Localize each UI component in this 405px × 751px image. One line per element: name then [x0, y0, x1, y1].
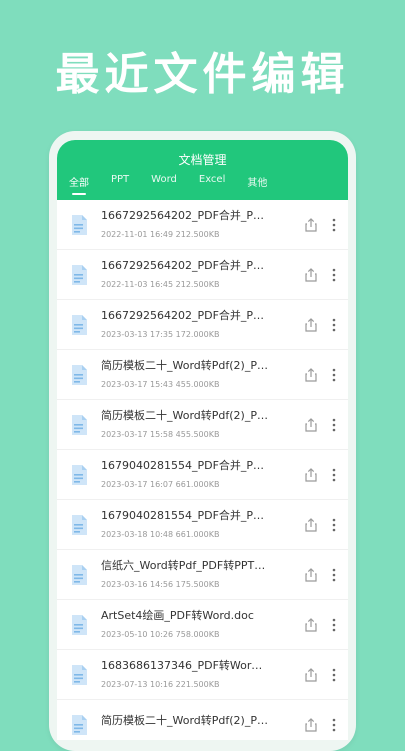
file-row[interactable]: 简历模板二十_Word转Pdf(2)_PD... 2023-03-17 15:5… — [57, 400, 348, 450]
file-info: 2023-03-17 15:58 455.500KB — [101, 430, 220, 439]
file-list: 1667292564202_PDF合并_PDF... 2022-11-01 16… — [57, 200, 348, 740]
file-row[interactable]: 1679040281554_PDF合并_PDF... 2023-03-17 16… — [57, 450, 348, 500]
file-name: 简历模板二十_Word转Pdf(2)_PD... — [101, 409, 269, 422]
file-doc-icon — [72, 464, 87, 485]
file-row[interactable]: 简历模板二十_Word转Pdf(2)_PD... 2023-03-17 15:4… — [57, 350, 348, 400]
share-icon[interactable] — [304, 317, 318, 332]
share-icon[interactable] — [304, 667, 318, 682]
file-row[interactable]: ArtSet4绘画_PDF转Word.doc 2023-05-10 10:26 … — [57, 600, 348, 650]
app-screen: 文档管理 全部 PPT Word Excel 其他 1667292564202_… — [57, 140, 348, 740]
file-meta: 简历模板二十_Word转Pdf(2)_PD... — [101, 714, 304, 735]
more-vertical-icon[interactable] — [332, 268, 336, 282]
file-doc-icon — [72, 564, 87, 585]
more-vertical-icon[interactable] — [332, 668, 336, 682]
file-name: 信纸六_Word转Pdf_PDF转PPTX_... — [101, 559, 269, 572]
file-row[interactable]: 简历模板二十_Word转Pdf(2)_PD... — [57, 700, 348, 740]
file-row[interactable]: 1667292564202_PDF合并_PDF... 2022-11-01 16… — [57, 200, 348, 250]
share-icon[interactable] — [304, 217, 318, 232]
tab-bar: 全部 PPT Word Excel 其他 — [57, 174, 348, 195]
file-row[interactable]: 1683686137346_PDF转Word.doc 2023-07-13 10… — [57, 650, 348, 700]
share-icon[interactable] — [304, 567, 318, 582]
file-info: 2023-03-16 14:56 175.500KB — [101, 580, 220, 589]
file-name: ArtSet4绘画_PDF转Word.doc — [101, 609, 254, 622]
promo-headline: 最近文件编辑 — [55, 49, 350, 100]
file-row[interactable]: 1667292564202_PDF合并_PDF... 2022-11-03 16… — [57, 250, 348, 300]
file-info: 2022-11-01 16:49 212.500KB — [101, 230, 220, 239]
file-info: 2023-03-17 16:07 661.000KB — [101, 480, 220, 489]
tab-excel[interactable]: Excel — [199, 174, 226, 195]
file-info: 2023-03-17 15:43 455.000KB — [101, 380, 220, 389]
file-doc-icon — [72, 664, 87, 685]
file-doc-icon — [72, 614, 87, 635]
file-meta: 1679040281554_PDF合并_PDF... 2023-03-17 16… — [101, 459, 304, 490]
share-icon[interactable] — [304, 517, 318, 532]
share-icon[interactable] — [304, 467, 318, 482]
file-row[interactable]: 1679040281554_PDF合并_PDF... 2023-03-18 10… — [57, 500, 348, 550]
more-vertical-icon[interactable] — [332, 418, 336, 432]
more-vertical-icon[interactable] — [332, 368, 336, 382]
file-info: 2023-03-18 10:48 661.000KB — [101, 530, 220, 539]
tab-all[interactable]: 全部 — [69, 174, 89, 195]
share-icon[interactable] — [304, 367, 318, 382]
more-vertical-icon[interactable] — [332, 568, 336, 582]
file-doc-icon — [72, 214, 87, 235]
file-row[interactable]: 1667292564202_PDF合并_PDF... 2023-03-13 17… — [57, 300, 348, 350]
file-doc-icon — [72, 364, 87, 385]
file-info: 2022-11-03 16:45 212.500KB — [101, 280, 220, 289]
file-doc-icon — [72, 264, 87, 285]
file-doc-icon — [72, 414, 87, 435]
file-meta: 信纸六_Word转Pdf_PDF转PPTX_... 2023-03-16 14:… — [101, 559, 304, 590]
app-header: 文档管理 全部 PPT Word Excel 其他 — [57, 140, 348, 200]
file-meta: 1667292564202_PDF合并_PDF... 2022-11-01 16… — [101, 209, 304, 240]
file-meta: 1679040281554_PDF合并_PDF... 2023-03-18 10… — [101, 509, 304, 540]
share-icon[interactable] — [304, 417, 318, 432]
more-vertical-icon[interactable] — [332, 618, 336, 632]
more-vertical-icon[interactable] — [332, 468, 336, 482]
file-row[interactable]: 信纸六_Word转Pdf_PDF转PPTX_... 2023-03-16 14:… — [57, 550, 348, 600]
more-vertical-icon[interactable] — [332, 218, 336, 232]
file-name: 1683686137346_PDF转Word.doc — [101, 659, 269, 672]
app-title: 文档管理 — [178, 153, 227, 167]
file-meta: 简历模板二十_Word转Pdf(2)_PD... 2023-03-17 15:4… — [101, 359, 304, 390]
file-name: 1667292564202_PDF合并_PDF... — [101, 259, 269, 272]
file-name: 简历模板二十_Word转Pdf(2)_PD... — [101, 714, 269, 727]
file-doc-icon — [72, 714, 87, 735]
file-info: 2023-03-13 17:35 172.000KB — [101, 330, 220, 339]
file-name: 1679040281554_PDF合并_PDF... — [101, 459, 269, 472]
file-doc-icon — [72, 314, 87, 335]
more-vertical-icon[interactable] — [332, 318, 336, 332]
file-meta: 1683686137346_PDF转Word.doc 2023-07-13 10… — [101, 659, 304, 690]
file-name: 简历模板二十_Word转Pdf(2)_PD... — [101, 359, 269, 372]
file-name: 1679040281554_PDF合并_PDF... — [101, 509, 269, 522]
file-meta: 简历模板二十_Word转Pdf(2)_PD... 2023-03-17 15:5… — [101, 409, 304, 440]
more-vertical-icon[interactable] — [332, 518, 336, 532]
file-meta: 1667292564202_PDF合并_PDF... 2023-03-13 17… — [101, 309, 304, 340]
file-doc-icon — [72, 514, 87, 535]
file-info: 2023-07-13 10:16 221.500KB — [101, 680, 220, 689]
tab-ppt[interactable]: PPT — [111, 174, 129, 195]
share-icon[interactable] — [304, 267, 318, 282]
file-meta: 1667292564202_PDF合并_PDF... 2022-11-03 16… — [101, 259, 304, 290]
file-info: 2023-05-10 10:26 758.000KB — [101, 630, 220, 639]
file-meta: ArtSet4绘画_PDF转Word.doc 2023-05-10 10:26 … — [101, 609, 304, 640]
tab-other[interactable]: 其他 — [247, 174, 267, 195]
tab-word[interactable]: Word — [151, 174, 177, 195]
share-icon[interactable] — [304, 617, 318, 632]
file-name: 1667292564202_PDF合并_PDF... — [101, 209, 269, 222]
file-name: 1667292564202_PDF合并_PDF... — [101, 309, 269, 322]
